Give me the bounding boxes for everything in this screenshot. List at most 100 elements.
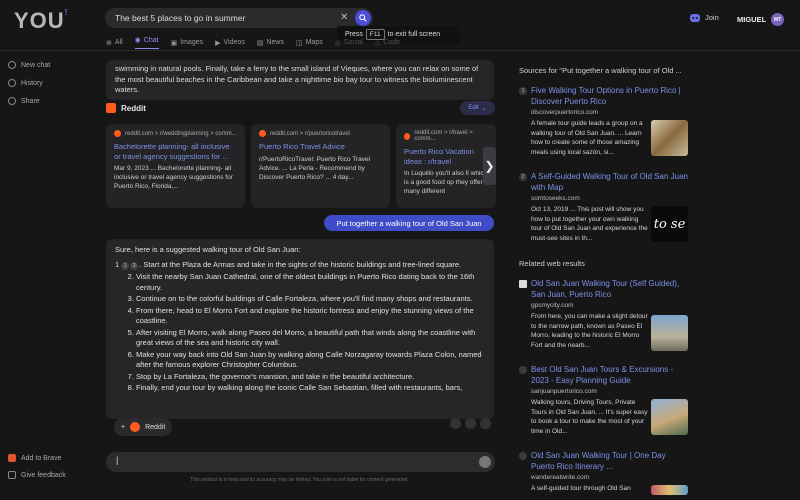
header-divider <box>0 50 800 51</box>
sidebar-item-history[interactable]: History <box>8 79 43 87</box>
search-input[interactable]: The best 5 places to go in summer <box>105 8 373 28</box>
share-icon <box>8 97 16 105</box>
join-button[interactable]: Join <box>690 13 719 22</box>
send-icon[interactable] <box>479 456 491 468</box>
assistant-answer: Sure, here is a suggested walking tour o… <box>106 239 494 419</box>
sources-title: Sources for "Put together a walking tour… <box>519 66 682 75</box>
chat-input[interactable]: | <box>106 452 495 472</box>
source-result[interactable]: 1 Five Walking Tour Options in Puerto Ri… <box>519 86 691 157</box>
citation-badge[interactable]: 2 <box>130 261 139 270</box>
copy-icon[interactable] <box>450 418 461 429</box>
result-url: wandereatwrite.com <box>531 474 590 481</box>
tab-news[interactable]: ▤ News <box>257 36 284 49</box>
tab-chat[interactable]: ◉ Chat <box>134 36 159 49</box>
list-item: After visiting El Morro, walk along Pase… <box>136 328 485 349</box>
site-icon <box>519 366 527 374</box>
list-item: Stop by La Fortaleza, the governor's man… <box>136 372 485 383</box>
list-item: Visit the nearby San Juan Cathedral, one… <box>136 272 485 293</box>
edit-button[interactable]: Edit ⌄ <box>460 101 495 115</box>
result-thumbnail[interactable] <box>651 315 688 351</box>
result-url: discoverpuertorico.com <box>531 109 599 116</box>
list-item: Make your way back into Old San Juan by … <box>136 350 485 371</box>
chat-icon: ◉ <box>134 37 141 44</box>
reddit-card[interactable]: reddit.com > r/weddingplanning > comm...… <box>106 124 245 208</box>
reddit-icon <box>114 130 121 137</box>
list-item: From there, head to El Morro Fort and ex… <box>136 306 485 327</box>
result-snippet: A self-guided tour through Old San <box>531 485 631 492</box>
clear-search-icon[interactable]: ✕ <box>340 12 348 23</box>
thumbs-down-icon[interactable] <box>480 418 491 429</box>
thumbs-up-icon[interactable] <box>465 418 476 429</box>
feedback-icon <box>8 471 16 479</box>
play-icon: ▶ <box>215 39 221 47</box>
beta-disclaimer: This product is in beta and its accuracy… <box>190 477 409 483</box>
related-result[interactable]: Old San Juan Walking Tour (Self Guided),… <box>519 279 691 351</box>
brave-icon <box>8 454 16 462</box>
related-results-title: Related web results <box>519 259 585 268</box>
card-snippet: r/PuertoRicoTravel: Puerto Rico Travel A… <box>259 155 371 181</box>
code-icon: ◇ <box>374 39 381 47</box>
sidebar-item-new-chat[interactable]: New chat <box>8 61 50 69</box>
result-thumbnail[interactable] <box>651 399 688 435</box>
reddit-icon <box>404 132 411 140</box>
give-feedback-button[interactable]: Give feedback <box>8 471 66 479</box>
reddit-source-pill[interactable]: + Reddit <box>114 418 173 436</box>
reddit-section-header: Reddit <box>106 103 146 113</box>
card-snippet: Mar 9, 2023 ... Bachelorette planning- a… <box>114 165 233 190</box>
add-to-brave-button[interactable]: Add to Brave <box>8 454 61 462</box>
discord-icon <box>690 13 700 22</box>
result-thumbnail[interactable] <box>651 485 688 495</box>
answer-first-step: 1 12. Start at the Plaza de Armas and ta… <box>115 259 462 270</box>
result-title[interactable]: Old San Juan Walking Tour | One Day Puer… <box>531 451 691 472</box>
result-title[interactable]: Five Walking Tour Options in Puerto Rico… <box>531 86 691 107</box>
user-name: MIGUEL <box>737 15 767 24</box>
chat-area[interactable]: swimming in natural pools. Finally, take… <box>106 52 496 500</box>
answer-intro: Sure, here is a suggested walking tour o… <box>115 245 301 254</box>
search-button[interactable] <box>355 10 371 26</box>
source-number: 1 <box>519 87 527 95</box>
site-icon <box>519 452 527 460</box>
chevron-down-icon: ⌄ <box>481 105 487 112</box>
result-snippet: Walking tours, Driving Tours, Private To… <box>531 399 648 435</box>
related-result[interactable]: Best Old San Juan Tours & Excursions - 2… <box>519 365 691 436</box>
result-snippet: From here, you can make a slight detour … <box>531 313 648 349</box>
tab-code[interactable]: ◇ Code <box>375 36 400 49</box>
sidebar-item-share[interactable]: Share <box>8 97 40 105</box>
card-title[interactable]: Puerto Rico Vacation ideas : r/travel <box>404 147 488 166</box>
result-snippet: Oct 13, 2019 ... This post will show you… <box>531 206 648 242</box>
reddit-card[interactable]: reddit.com > r/puertoricotravel Puerto R… <box>251 124 390 208</box>
citation-badge[interactable]: 1 <box>121 261 130 270</box>
result-title[interactable]: Best Old San Juan Tours & Excursions - 2… <box>531 365 691 386</box>
plus-icon: + <box>121 423 126 431</box>
result-url: sanjuanpuertorico.com <box>531 388 597 395</box>
reddit-icon <box>130 422 141 432</box>
reddit-card[interactable]: reddit.com > r/travel > comm... Puerto R… <box>396 124 496 208</box>
next-cards-button[interactable]: ❯ <box>483 147 496 185</box>
tab-maps[interactable]: ◫ Maps <box>296 36 323 49</box>
history-icon <box>8 79 16 87</box>
result-title[interactable]: Old San Juan Walking Tour (Self Guided),… <box>531 279 691 300</box>
search-icon <box>359 14 367 22</box>
result-title[interactable]: A Self-Guided Walking Tour of Old San Ju… <box>531 172 691 193</box>
tour-steps: Visit the nearby San Juan Cathedral, one… <box>136 272 485 394</box>
plus-icon <box>8 61 16 69</box>
people-icon: ◎ <box>334 39 341 47</box>
card-title[interactable]: Puerto Rico Travel Advice <box>259 142 382 152</box>
user-menu[interactable]: MIGUEL MT <box>737 13 785 26</box>
previous-answer: swimming in natural pools. Finally, take… <box>106 60 494 100</box>
map-icon: ◫ <box>295 39 303 47</box>
tab-videos[interactable]: ▶ Videos <box>215 36 245 49</box>
related-result[interactable]: Old San Juan Walking Tour | One Day Puer… <box>519 451 691 495</box>
tab-social[interactable]: ◎ Social <box>335 36 363 49</box>
card-title[interactable]: Bachelorette planning- all inclusive or … <box>114 142 237 161</box>
result-thumbnail[interactable] <box>651 120 688 156</box>
source-result[interactable]: 2 A Self-Guided Walking Tour of Old San … <box>519 172 691 243</box>
result-thumbnail[interactable]: to se <box>651 206 688 242</box>
newspaper-icon: ▤ <box>256 39 264 47</box>
result-snippet: A female tour guide leads a group on a w… <box>531 120 643 156</box>
tab-all[interactable]: ⊕ All <box>106 36 123 49</box>
result-url: somtoseeks.com <box>531 195 580 202</box>
tab-images[interactable]: ▣ Images <box>171 36 204 49</box>
list-item: Finally, end your tour by walking along … <box>136 383 485 394</box>
you-logo[interactable]: YOU! <box>14 8 68 34</box>
